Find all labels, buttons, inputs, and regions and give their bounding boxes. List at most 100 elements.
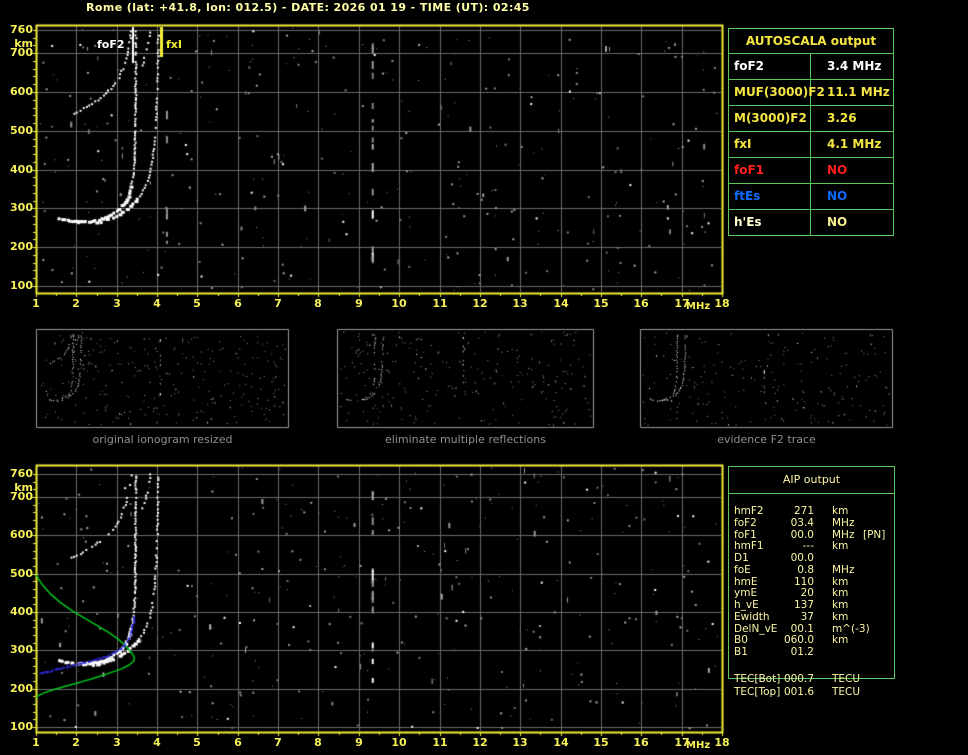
y-tick-label: 760	[10, 23, 33, 36]
aip-row-unit: m^(-3)	[832, 622, 870, 635]
autoscala-row-label: foF1	[729, 158, 811, 183]
aip-row-label: foF2	[734, 516, 757, 529]
mini-panel-caption-original: original ionogram resized	[92, 433, 233, 446]
aip-row-label: foF1	[734, 528, 757, 541]
aip-row: hmF1 --- km	[729, 540, 894, 552]
x-tick-label: 2	[72, 736, 80, 749]
aip-row-value: 00.1	[790, 622, 814, 635]
aip-row-unit: MHz	[832, 516, 855, 529]
aip-row: ymE 20 km	[729, 587, 894, 599]
aip-row-value: 060.0	[783, 634, 814, 647]
foF2-marker-label: foF2	[97, 38, 125, 51]
y-tick-label: 200	[10, 240, 33, 253]
aip-row: TEC[Bot] 000.7 TECU	[729, 673, 894, 685]
fxI-marker-label: fxI	[166, 38, 182, 51]
aip-row-value: 000.7	[783, 673, 814, 685]
x-tick-label: 4	[153, 736, 161, 749]
x-tick-label: 3	[113, 736, 121, 749]
aip-row-unit: km	[832, 540, 849, 553]
x-tick-label: 15	[593, 736, 609, 749]
autoscala-row-label: h'Es	[729, 210, 811, 235]
autoscala-row-value: 3.26	[827, 111, 857, 125]
aip-row-unit: MHz	[832, 563, 855, 576]
aip-row-label: D1	[734, 552, 749, 564]
mini-panel-caption-evidence: evidence F2 trace	[717, 433, 816, 446]
x-tick-label: 6	[234, 297, 242, 310]
autoscala-row-value: NO	[827, 189, 848, 203]
aip-row-label: ymE	[734, 587, 758, 600]
x-tick-label: 2	[72, 297, 80, 310]
x-axis-unit-label: MHz	[686, 301, 711, 312]
x-tick-label: 10	[391, 736, 407, 749]
x-tick-label: 3	[113, 297, 121, 310]
y-tick-label: 400	[10, 605, 33, 618]
y-axis-unit-label: km	[14, 37, 33, 50]
y-tick-label: 100	[10, 279, 33, 292]
x-tick-label: 8	[314, 297, 322, 310]
y-tick-label: 100	[10, 720, 33, 733]
x-axis-unit-label: MHz	[686, 740, 711, 751]
y-tick-label: 200	[10, 682, 33, 695]
aip-row-unit: TECU	[832, 673, 861, 685]
x-tick-label: 8	[314, 736, 322, 749]
x-tick-label: 9	[355, 297, 363, 310]
x-tick-label: 18	[714, 297, 730, 310]
autoscala-row-label: foF2	[729, 54, 811, 79]
aip-row-label: B1	[734, 646, 748, 658]
autoscala-row-value: 3.4 MHz	[827, 59, 882, 73]
y-tick-label: 600	[10, 85, 33, 98]
y-tick-label: 760	[10, 467, 33, 480]
autoscala-row-label: fxI	[729, 132, 811, 157]
aip-row-unit: km	[832, 505, 849, 517]
aip-row-value: 0.8	[797, 563, 814, 576]
aip-row: h_vE 137 km	[729, 599, 894, 611]
x-tick-label: 13	[512, 297, 528, 310]
x-tick-label: 18	[714, 736, 730, 749]
x-tick-label: 5	[193, 297, 201, 310]
autoscala-row-value: 11.1 MHz	[827, 85, 890, 99]
aip-row-unit: km	[832, 634, 849, 647]
aip-table-header: AIP output	[729, 467, 894, 494]
y-tick-label: 300	[10, 201, 33, 214]
x-tick-label: 9	[355, 736, 363, 749]
aip-row: B1 01.2	[729, 646, 894, 658]
autoscala-row-value: NO	[827, 215, 848, 229]
aip-row-unit: km	[832, 575, 849, 588]
x-tick-label: 16	[633, 297, 649, 310]
y-tick-label: 300	[10, 643, 33, 656]
aip-row: Ewidth 37 km	[729, 611, 894, 623]
aip-row: D1 00.0	[729, 552, 894, 564]
x-tick-label: 7	[274, 736, 282, 749]
aip-row-label: B0	[734, 634, 748, 647]
aip-row-extra: [PN]	[863, 528, 886, 541]
aip-row-value: 37	[800, 610, 814, 623]
aip-row: foF2 03.4 MHz	[729, 517, 894, 529]
autoscala-app-window: Rome (lat: +41.8, lon: 012.5) - DATE: 20…	[0, 0, 968, 755]
x-tick-label: 14	[553, 297, 569, 310]
aip-row-value: 20	[800, 587, 814, 600]
autoscala-row: M(3000)F2 3.26	[729, 105, 893, 131]
mini-panel-caption-eliminate: eliminate multiple reflections	[385, 433, 546, 446]
autoscala-row: MUF(3000)F2 11.1 MHz	[729, 79, 893, 105]
autoscala-row: foF2 3.4 MHz	[729, 54, 893, 79]
aip-row-unit: km	[832, 587, 849, 600]
x-tick-label: 15	[593, 297, 609, 310]
aip-row-unit: TECU	[832, 686, 861, 698]
autoscala-row-label: ftEs	[729, 184, 811, 209]
aip-row: TEC[Top] 001.6 TECU	[729, 686, 894, 698]
aip-row-value: 001.6	[783, 686, 814, 698]
aip-row-label: foE	[734, 563, 751, 576]
aip-row-unit: km	[832, 599, 849, 611]
aip-row-value: 110	[793, 575, 814, 588]
x-tick-label: 4	[153, 297, 161, 310]
aip-row: foF1 00.0 MHz [PN]	[729, 529, 894, 541]
y-axis-unit-label: km	[14, 481, 33, 494]
aip-row-label: hmF1	[734, 540, 764, 553]
x-tick-label: 1	[32, 736, 40, 749]
y-tick-label: 500	[10, 124, 33, 137]
page-title: Rome (lat: +41.8, lon: 012.5) - DATE: 20…	[86, 1, 530, 14]
x-tick-label: 12	[472, 297, 488, 310]
aip-row: hmE 110 km	[729, 576, 894, 588]
y-tick-label: 400	[10, 163, 33, 176]
x-tick-label: 11	[432, 297, 448, 310]
